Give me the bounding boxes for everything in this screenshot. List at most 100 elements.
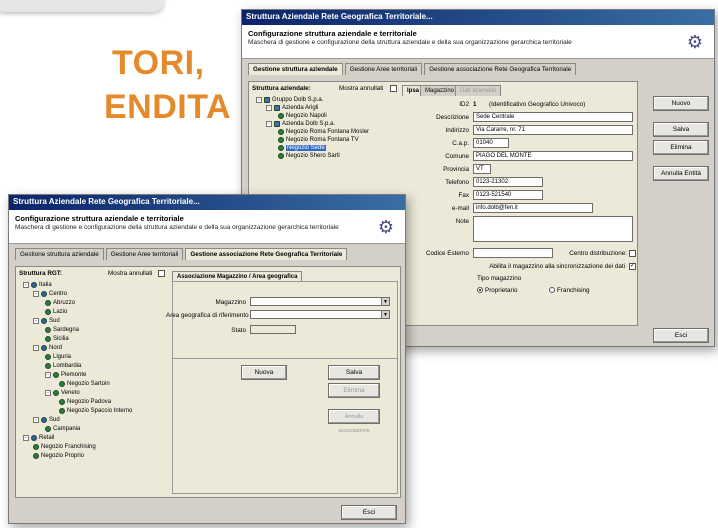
state-field (250, 325, 296, 334)
tree-node[interactable]: Azienda Dolb S.p.a. (282, 121, 335, 127)
area-select[interactable]: ▼ (250, 310, 390, 319)
fax-field[interactable]: 0123-521540 (473, 190, 543, 200)
tab-associazione[interactable]: Gestione associazione Rete Geografica Te… (185, 248, 348, 260)
settings-logo-icon: ⚙ (686, 32, 704, 52)
type-opt1-label: Proprietario (485, 287, 518, 294)
tree-node[interactable]: Abruzzo (53, 300, 75, 306)
tree-node[interactable]: Sud (49, 318, 60, 324)
area-label: Area geografica di riferimento (166, 312, 249, 319)
tree-label: Struttura aziendale: (252, 85, 311, 92)
tree-node[interactable]: Lombardia (53, 363, 81, 369)
exit-button[interactable]: Esci (341, 505, 397, 520)
delete-button[interactable]: Elimina (653, 140, 709, 155)
tree-node[interactable]: Sardegna (53, 327, 79, 333)
headline-line-1: TORI, (112, 44, 205, 82)
ext-code-field[interactable] (473, 248, 553, 258)
window-header: Configurazione struttura aziendale e ter… (242, 25, 714, 59)
tree-node[interactable]: Negozio Sartoin (67, 381, 110, 387)
note-field[interactable] (473, 216, 633, 242)
tree-node[interactable]: Negozio Padova (67, 399, 111, 405)
new-button[interactable]: Nuovo (653, 96, 709, 111)
id-value: 1 (473, 101, 477, 108)
cancel-entity-button[interactable]: Annulla Entità (653, 166, 709, 181)
background-tab (0, 0, 164, 12)
tab-struttura[interactable]: Gestione struttura aziendale (248, 63, 343, 75)
cap-field[interactable]: 01040 (473, 138, 509, 148)
exit-button[interactable]: Esci (653, 328, 709, 343)
dist-center-label: Centro distribuzione: (569, 250, 627, 257)
save-button[interactable]: Salva (653, 122, 709, 137)
id-label: ID2 (459, 101, 469, 108)
tree-node[interactable]: Azienda Arigli (282, 105, 318, 111)
show-cancelled-checkbox[interactable] (158, 270, 165, 277)
tree-node[interactable]: Negozio Roma Fontana TV (286, 137, 359, 143)
tree-node[interactable]: Liguria (53, 354, 71, 360)
front-window: Struttura Aziendale Rete Geografica Terr… (8, 194, 406, 524)
save-button[interactable]: Salva (328, 365, 380, 380)
tree-node[interactable]: Retail (39, 435, 54, 441)
tree-node[interactable]: Negozio Franchising (41, 444, 96, 450)
tab-aree[interactable]: Gestione Aree territoriali (344, 63, 423, 75)
tab-associazione[interactable]: Gestione associazione Rete Geografica Te… (424, 63, 577, 75)
tree-node[interactable]: Negozio Proprio (41, 453, 84, 459)
subtab-dati[interactable]: Dati aziendali (455, 85, 502, 96)
email-label: e-mail (451, 205, 469, 212)
headline-line-2: ENDITA (104, 88, 232, 126)
tab-panel: Struttura RGT: Mostra annullati - Italia … (15, 266, 401, 498)
header-subtitle: Maschera di gestione e configurazione de… (248, 39, 572, 46)
prov-field[interactable]: VT (473, 164, 491, 174)
tree-node[interactable]: Italia (39, 282, 52, 288)
type-opt2-label: Franchising (557, 287, 590, 294)
descr-field[interactable]: Sede Centrale (473, 112, 633, 122)
show-cancelled-checkbox[interactable] (390, 85, 397, 92)
window-header: Configurazione struttura aziendale e ter… (9, 210, 405, 244)
tree-node[interactable]: Negozio Spaccio Interno (67, 408, 132, 414)
cancel-assoc-button[interactable]: Annulla associazione (328, 409, 380, 434)
delete-button[interactable]: Elimina (328, 383, 380, 398)
show-cancelled-label: Mostra annullati (108, 270, 153, 277)
tree-node-selected[interactable]: Negozio Sede (286, 145, 326, 151)
addr-field[interactable]: Via Cararre, nr. 71 (473, 125, 633, 135)
tree-node[interactable]: Piemonte (61, 372, 86, 378)
addr-label: Indirizzo (445, 127, 469, 134)
cap-label: C.a.p. (452, 140, 469, 147)
tree-node[interactable]: Negozio Shero Sarti (286, 153, 340, 159)
main-tabs: Gestione struttura aziendale Gestione Ar… (242, 59, 714, 75)
new-button[interactable]: Nuova (241, 365, 287, 380)
radio-on-icon (477, 287, 483, 294)
tree-node[interactable]: Negozio Roma Fontana Mosler (286, 129, 369, 135)
state-label: Stato (231, 327, 246, 334)
tel-field[interactable]: 0123-21302 (473, 177, 543, 187)
header-title: Configurazione struttura aziendale e ter… (15, 214, 184, 223)
tree-node[interactable]: Sud (49, 417, 60, 423)
type-radio-franchising[interactable]: Franchising (549, 287, 590, 294)
tree-label: Struttura RGT: (19, 270, 63, 277)
tree-node[interactable]: Lazio (53, 309, 67, 315)
tree-node[interactable]: Negozio Napoli (286, 113, 327, 119)
comune-label: Comune (445, 153, 469, 160)
window-title: Struttura Aziendale Rete Geografica Terr… (9, 195, 405, 210)
tree-node[interactable]: Veneto (61, 390, 80, 396)
sync-checkbox[interactable]: ✓ (629, 263, 636, 270)
subtab-magazzino[interactable]: Magazzino (420, 85, 460, 96)
email-field[interactable]: info.dolb@fen.it (473, 203, 593, 213)
dist-center-checkbox[interactable] (629, 250, 636, 257)
id-hint: (Identificativo Geografico Univoco) (489, 101, 586, 108)
chevron-down-icon: ▼ (381, 298, 389, 305)
tab-struttura[interactable]: Gestione struttura aziendale (15, 248, 104, 260)
warehouse-select[interactable]: ▼ (250, 297, 390, 306)
warehouse-label: Magazzino (215, 299, 246, 306)
header-subtitle: Maschera di gestione e configurazione de… (15, 224, 339, 231)
tree-node[interactable]: Gruppo Dolb S.p.a. (272, 97, 323, 103)
show-cancelled-label: Mostra annullati (339, 85, 384, 92)
tree-node[interactable]: Campania (53, 426, 80, 432)
comune-field[interactable]: PIAGO DEL MONTE (473, 151, 633, 161)
descr-label: Descrizione (436, 114, 469, 121)
tree-node[interactable]: Nord (49, 345, 62, 351)
type-radio-proprietario[interactable]: Proprietario (477, 287, 518, 294)
tree-node[interactable]: Centro (49, 291, 67, 297)
rgt-tree[interactable]: - Italia - Centro Abruzzo Lazio - Sud Sarde… (19, 280, 167, 495)
tab-aree[interactable]: Gestione Aree territoriali (105, 248, 184, 260)
tree-node[interactable]: Sicilia (53, 336, 69, 342)
note-label: Note (455, 218, 469, 225)
